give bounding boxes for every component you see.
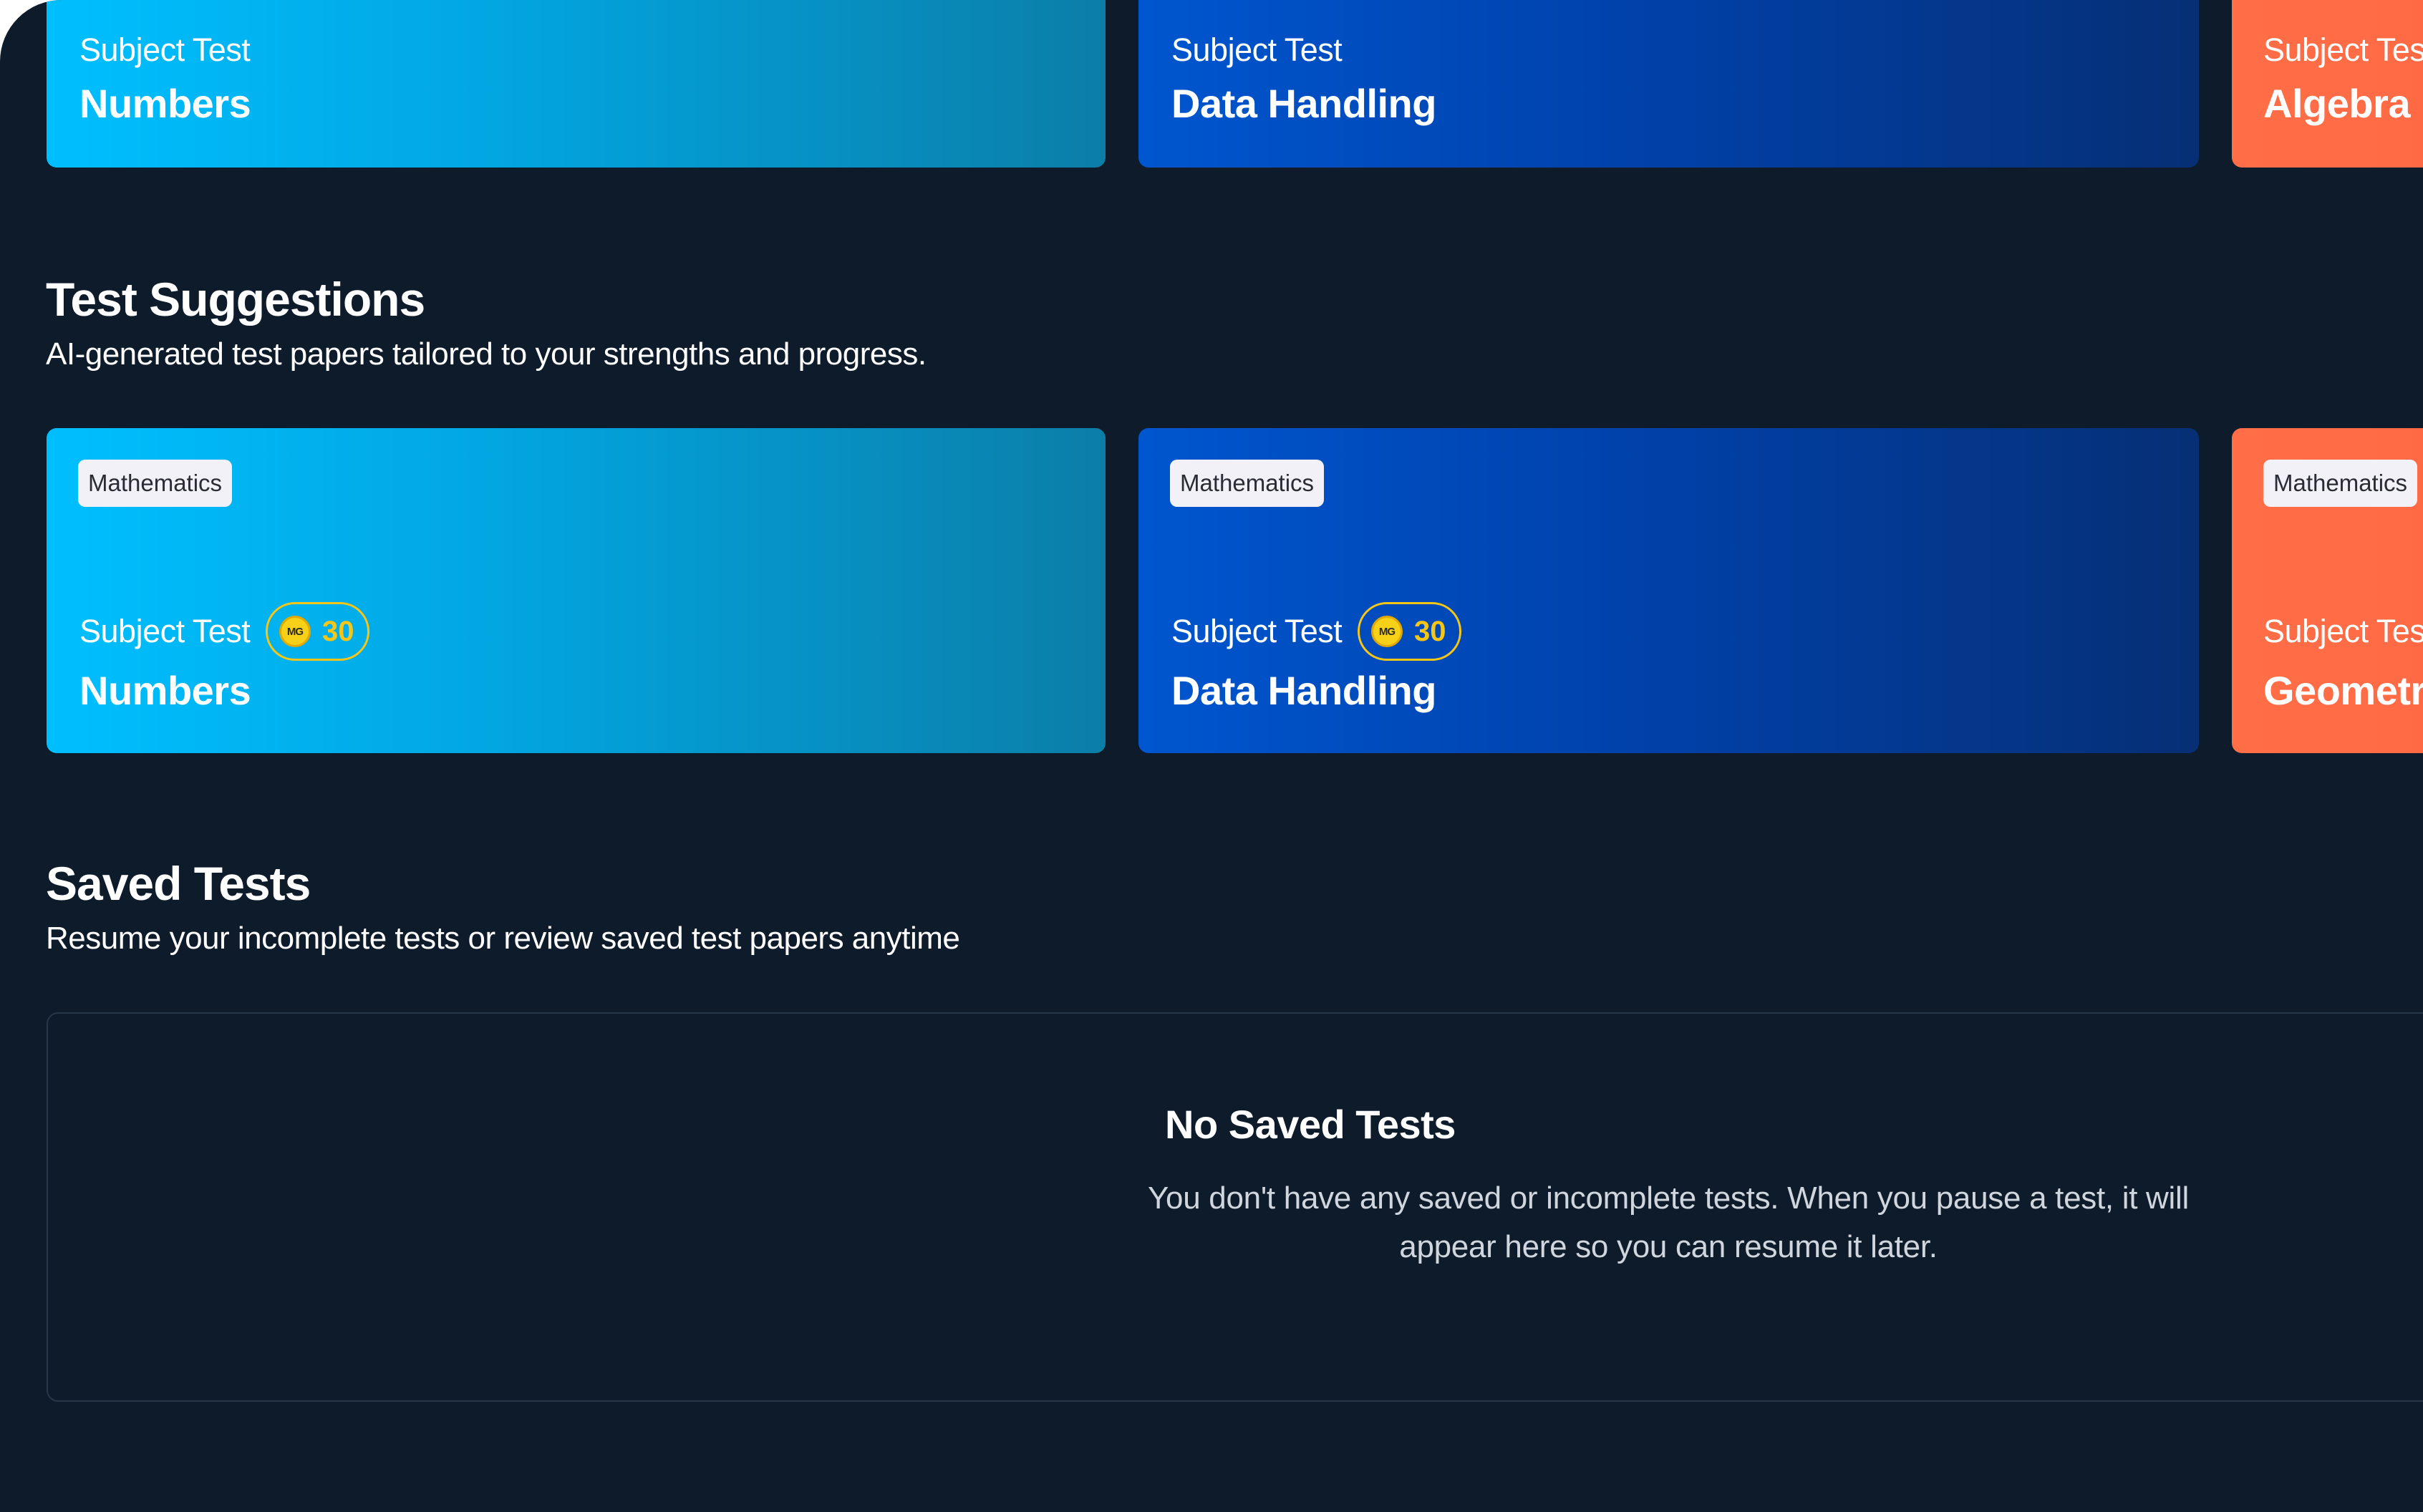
card-title: Algebra	[2263, 81, 2411, 126]
test-suggestions-subtitle: AI-generated test papers tailored to you…	[46, 336, 927, 372]
card-kicker: Subject Tes	[2263, 32, 2423, 68]
subject-chip: Mathematics	[2263, 460, 2418, 507]
subject-card-data-handling[interactable]: Subject Test Data Handling	[1138, 0, 2199, 168]
card-title: Numbers	[79, 668, 251, 713]
card-title: Data Handling	[1171, 81, 1436, 126]
card-kicker: Subject Test	[79, 613, 251, 649]
saved-tests-title: Saved Tests	[46, 857, 311, 910]
empty-state-message: You don't have any saved or incomplete t…	[1148, 1181, 2189, 1264]
coin-icon: MG	[1371, 616, 1403, 647]
suggestion-card-geometry[interactable]: Mathematics Subject Tes Geometr	[2232, 428, 2423, 753]
app-frame: Subject Test Numbers Subject Test Data H…	[0, 0, 2423, 1512]
card-kicker: Subject Test	[1171, 32, 1343, 68]
saved-tests-subtitle: Resume your incomplete tests or review s…	[46, 921, 960, 956]
suggestion-card-numbers[interactable]: Mathematics Subject Test MG 30 Numbers	[47, 428, 1106, 753]
subject-card-numbers[interactable]: Subject Test Numbers	[47, 0, 1106, 168]
coin-count: 30	[1414, 615, 1446, 647]
subject-chip: Mathematics	[1170, 460, 1325, 507]
suggestion-card-data-handling[interactable]: Mathematics Subject Test MG 30 Data Hand…	[1138, 428, 2199, 753]
card-kicker: Subject Test	[79, 32, 251, 68]
empty-state-title: No Saved Tests	[1165, 1102, 1456, 1147]
test-suggestions-title: Test Suggestions	[46, 273, 425, 326]
coin-icon: MG	[279, 616, 311, 647]
coin-reward-badge: MG 30	[1358, 602, 1461, 661]
card-title: Geometr	[2263, 668, 2423, 713]
card-title: Data Handling	[1171, 668, 1436, 713]
coin-reward-badge: MG 30	[266, 602, 369, 661]
coin-count: 30	[322, 615, 354, 647]
subject-card-algebra[interactable]: Subject Tes Algebra	[2232, 0, 2423, 168]
subject-chip: Mathematics	[78, 460, 233, 507]
card-kicker: Subject Tes	[2263, 613, 2423, 649]
card-kicker: Subject Test	[1171, 613, 1343, 649]
card-title: Numbers	[79, 81, 251, 126]
